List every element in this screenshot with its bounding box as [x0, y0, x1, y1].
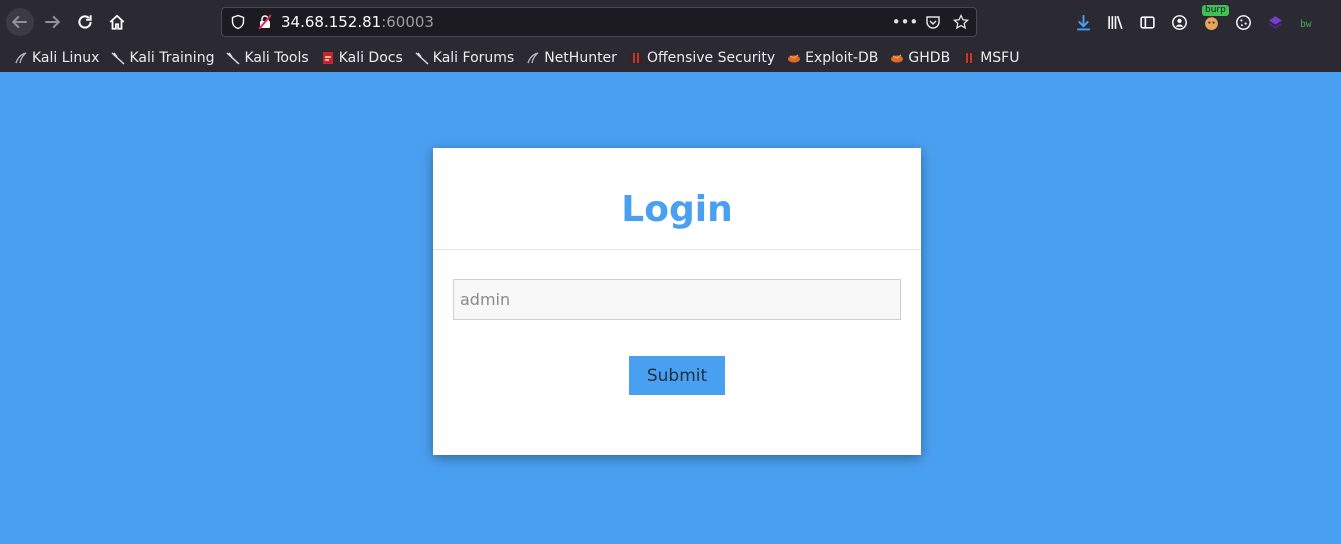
- toolbar-extensions: burp bw: [1072, 5, 1318, 33]
- back-button[interactable]: [6, 8, 34, 36]
- bookmark-msfu[interactable]: MSFU: [962, 50, 1019, 66]
- arrow-left-icon: [11, 15, 27, 29]
- submit-button[interactable]: Submit: [629, 356, 725, 395]
- bookmark-label: GHDB: [908, 50, 951, 66]
- url-actions: •••: [892, 13, 970, 31]
- bookmark-label: Offensive Security: [646, 50, 776, 66]
- bookmark-kali-docs[interactable]: Kali Docs: [321, 50, 403, 66]
- bookmark-ghdb[interactable]: GHDB: [890, 50, 950, 66]
- bookmark-exploit-db[interactable]: Exploit-DB: [787, 50, 878, 66]
- offsec-icon: [963, 52, 976, 64]
- bookmark-kali-training[interactable]: Kali Training: [111, 50, 214, 66]
- sidebar-button[interactable]: [1136, 11, 1158, 33]
- foxyproxy-icon: [1204, 16, 1218, 30]
- bookmarks-bar: Kali Linux Kali Training Kali Tools Kali…: [0, 44, 1341, 72]
- sidebar-icon: [1139, 15, 1155, 29]
- bookmark-label: Kali Docs: [338, 50, 403, 66]
- bookmark-star-icon[interactable]: [952, 13, 970, 31]
- bookmark-label: NetHunter: [544, 50, 617, 66]
- exploitdb-icon: [891, 54, 904, 63]
- account-icon: [1171, 14, 1187, 30]
- kali-dragon-icon: [226, 52, 240, 65]
- kali-dragon-icon: [415, 52, 429, 65]
- bookmark-label: Kali Tools: [244, 50, 309, 66]
- bookmark-kali-linux[interactable]: Kali Linux: [14, 50, 99, 66]
- bookmark-kali-tools[interactable]: Kali Tools: [226, 50, 309, 66]
- library-button[interactable]: [1104, 11, 1126, 33]
- forward-button[interactable]: [38, 8, 66, 36]
- burp-proxy-extension[interactable]: burp: [1200, 5, 1229, 33]
- tracking-shield-icon[interactable]: [230, 14, 246, 30]
- username-input[interactable]: [453, 279, 901, 320]
- pocket-icon[interactable]: [924, 13, 942, 31]
- wappalyzer-extension[interactable]: [1264, 11, 1286, 33]
- bookmark-label: MSFU: [980, 50, 1020, 66]
- bookmark-label: Kali Training: [129, 50, 215, 66]
- svg-text:bw: bw: [1300, 18, 1312, 29]
- hackbar-extension[interactable]: bw: [1296, 11, 1318, 33]
- download-arrow-icon: [1076, 14, 1090, 30]
- kali-dragon-icon: [15, 52, 27, 64]
- page-actions-icon[interactable]: •••: [892, 13, 919, 31]
- reload-button[interactable]: [71, 8, 99, 36]
- url-text[interactable]: 34.68.152.81:60003: [281, 13, 434, 31]
- bookmark-kali-forums[interactable]: Kali Forums: [415, 50, 514, 66]
- address-bar[interactable]: 34.68.152.81:60003 •••: [221, 7, 977, 37]
- reload-icon: [78, 15, 92, 29]
- wappalyzer-icon: [1268, 15, 1282, 29]
- bookmark-nethunter[interactable]: NetHunter: [526, 50, 617, 66]
- url-host: 34.68.152.81: [281, 13, 382, 31]
- arrow-right-icon: [45, 15, 61, 29]
- kali-docs-icon: [322, 52, 333, 64]
- nethunter-icon: [527, 52, 539, 64]
- burp-badge: burp: [1202, 5, 1229, 16]
- account-button[interactable]: [1168, 11, 1190, 33]
- home-button[interactable]: [103, 8, 131, 36]
- browser-toolbar: 34.68.152.81:60003 ••• burp bw: [0, 0, 1341, 44]
- bookmark-offensive-security[interactable]: Offensive Security: [629, 50, 775, 66]
- offsec-icon: [629, 52, 642, 64]
- bookmark-label: Kali Forums: [432, 50, 515, 66]
- insecure-lock-icon[interactable]: [257, 14, 273, 30]
- hackbar-icon: bw: [1300, 18, 1312, 29]
- page-content: Login Submit: [0, 72, 1341, 544]
- library-icon: [1107, 15, 1123, 29]
- login-card: Login Submit: [433, 148, 921, 455]
- downloads-button[interactable]: [1072, 11, 1094, 33]
- bookmark-label: Exploit-DB: [805, 50, 879, 66]
- exploitdb-icon: [788, 54, 801, 63]
- home-icon: [109, 14, 125, 30]
- url-port: :60003: [381, 13, 434, 31]
- bookmark-label: Kali Linux: [32, 50, 100, 66]
- cookie-extension[interactable]: [1232, 11, 1254, 33]
- login-title: Login: [433, 148, 921, 250]
- cookie-icon: [1235, 14, 1251, 30]
- kali-dragon-icon: [111, 52, 125, 65]
